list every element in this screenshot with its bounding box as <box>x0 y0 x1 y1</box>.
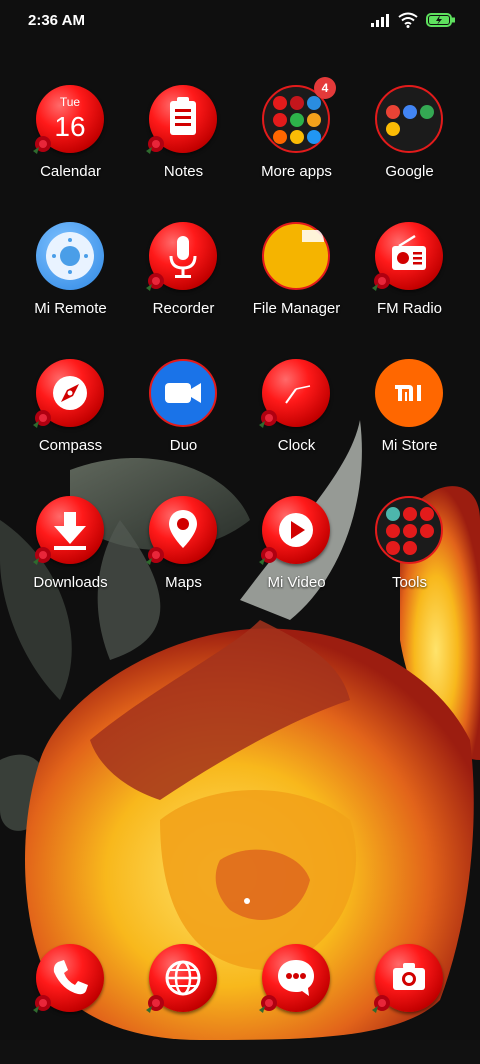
mi-logo-icon <box>375 359 443 427</box>
rose-decoration-icon <box>33 995 51 1013</box>
app-calendar[interactable]: Tue 16 Calendar <box>14 85 127 205</box>
wifi-icon <box>398 12 418 28</box>
dock-messages[interactable] <box>240 944 353 1064</box>
app-mi-remote[interactable]: Mi Remote <box>14 222 127 342</box>
app-recorder[interactable]: Recorder <box>127 222 240 342</box>
app-label: Compass <box>38 437 103 454</box>
app-label: Duo <box>169 437 198 454</box>
battery-charging-icon <box>426 13 455 27</box>
dock-camera[interactable] <box>353 944 466 1064</box>
folder-google[interactable]: Google <box>353 85 466 205</box>
video-camera-icon <box>149 359 217 427</box>
dock-phone[interactable] <box>14 944 127 1064</box>
app-downloads[interactable]: Downloads <box>14 496 127 616</box>
status-time: 2:36 AM <box>28 12 85 29</box>
app-notes[interactable]: Notes <box>127 85 240 205</box>
remote-icon <box>36 222 104 290</box>
app-label: Calendar <box>40 163 101 180</box>
app-label: Mi Store <box>381 437 438 454</box>
app-mi-video[interactable]: Mi Video <box>240 496 353 616</box>
page-indicator <box>244 898 250 904</box>
app-mi-store[interactable]: Mi Store <box>353 359 466 479</box>
notification-badge: 4 <box>314 77 336 99</box>
app-fm-radio[interactable]: FM Radio <box>353 222 466 342</box>
folder-icon <box>375 496 443 564</box>
folder-icon <box>375 85 443 153</box>
folder-file-icon <box>262 222 330 290</box>
app-file-manager[interactable]: File Manager <box>240 222 353 342</box>
app-clock[interactable]: Clock <box>240 359 353 479</box>
app-label: Tools <box>391 574 428 591</box>
dock-browser[interactable] <box>127 944 240 1064</box>
signal-icon <box>371 14 389 27</box>
rose-decoration-icon <box>146 273 164 291</box>
app-label: Maps <box>165 574 202 591</box>
rose-decoration-icon <box>259 995 277 1013</box>
app-label: Notes <box>163 163 204 180</box>
app-duo[interactable]: Duo <box>127 359 240 479</box>
app-label: More apps <box>261 163 332 180</box>
folder-tools[interactable]: Tools <box>353 496 466 616</box>
rose-decoration-icon <box>146 547 164 565</box>
app-label: Mi Remote <box>34 300 107 317</box>
status-icons <box>370 12 456 28</box>
rose-decoration-icon <box>33 136 51 154</box>
app-label: FM Radio <box>376 300 443 317</box>
calendar-day: Tue <box>59 95 81 109</box>
app-label: Downloads <box>33 574 108 591</box>
status-bar: 2:36 AM <box>0 0 480 44</box>
rose-decoration-icon <box>33 410 51 428</box>
rose-decoration-icon <box>33 547 51 565</box>
rose-decoration-icon <box>146 136 164 154</box>
app-label: Google <box>385 163 434 180</box>
rose-decoration-icon <box>259 547 277 565</box>
rose-decoration-icon <box>372 273 390 291</box>
app-label: File Manager <box>252 300 341 317</box>
folder-more-apps[interactable]: 4 More apps <box>240 77 353 205</box>
app-label: Mi Video <box>267 574 326 591</box>
rose-decoration-icon <box>372 995 390 1013</box>
rose-decoration-icon <box>259 410 277 428</box>
dock <box>0 944 480 1014</box>
app-maps[interactable]: Maps <box>127 496 240 616</box>
rose-decoration-icon <box>146 995 164 1013</box>
app-label: Recorder <box>152 300 215 317</box>
app-label: Clock <box>277 437 316 454</box>
app-compass[interactable]: Compass <box>14 359 127 479</box>
